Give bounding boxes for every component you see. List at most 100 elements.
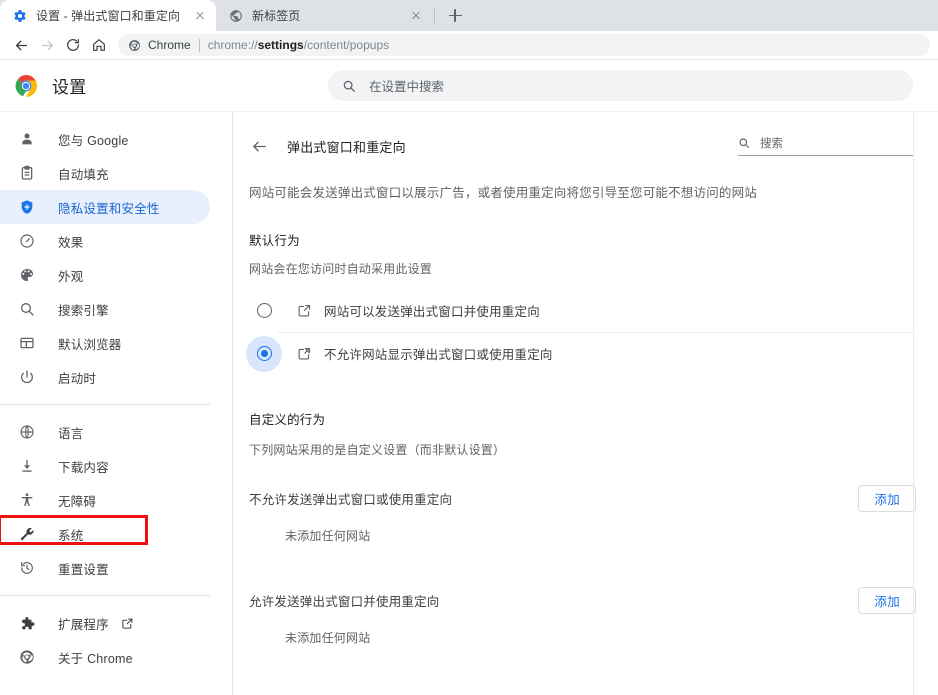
chrome-shield-icon: [128, 38, 142, 52]
gear-icon: [12, 8, 28, 24]
sidebar-item-label: 系统: [58, 528, 84, 543]
default-behavior-sub: 网站会在您访问时自动采用此设置: [249, 261, 433, 276]
sidebar-item-label: 默认浏览器: [58, 337, 122, 352]
sidebar-item-appearance[interactable]: 外观: [0, 258, 210, 292]
allow-list-empty: 未添加任何网站: [285, 630, 371, 645]
sidebar-divider: [0, 595, 210, 596]
sidebar-item-default-browser[interactable]: 默认浏览器: [0, 326, 210, 360]
custom-behavior-sub: 下列网站采用的是自定义设置（而非默认设置）: [249, 442, 506, 457]
puzzle-icon: [17, 613, 37, 633]
content-search-placeholder: 搜索: [760, 138, 783, 150]
sidebar-item-languages[interactable]: 语言: [0, 415, 210, 449]
tab-strip: 设置 - 弹出式窗口和重定向 新标签页: [0, 0, 938, 31]
tab-separator: [434, 7, 435, 24]
content-description: 网站可能会发送弹出式窗口以展示广告，或者使用重定向将您引导至您可能不想访问的网站: [249, 186, 758, 200]
search-icon: [17, 299, 37, 319]
sidebar-item-label: 关于 Chrome: [58, 651, 133, 666]
content-search-input[interactable]: 搜索: [738, 135, 913, 156]
sidebar-item-privacy-and-security[interactable]: 隐私设置和安全性: [0, 190, 210, 224]
home-button-icon[interactable]: [86, 32, 112, 58]
browser-toolbar: Chrome chrome://settings/content/popups: [0, 31, 938, 60]
chrome-icon: [17, 647, 37, 667]
settings-search-input[interactable]: 在设置中搜索: [328, 70, 913, 101]
content-panel: 弹出式窗口和重定向 搜索 网站可能会发送弹出式窗口以展示广告，或者使用重定向将您…: [232, 112, 938, 695]
open-in-new-icon: [296, 303, 312, 319]
default-behavior-label: 默认行为: [249, 233, 300, 248]
sidebar: 您与 Google 自动填充 隐私设置和安全性 效果 外观 搜索引擎 默认浏览器…: [0, 112, 232, 695]
content-title: 弹出式窗口和重定向: [287, 139, 406, 155]
download-icon: [17, 456, 37, 476]
tab-settings[interactable]: 设置 - 弹出式窗口和重定向: [0, 0, 216, 31]
allow-list-header: 允许发送弹出式窗口并使用重定向 添加: [233, 581, 938, 621]
radio-option-label: 不允许网站显示弹出式窗口或使用重定向: [324, 348, 553, 363]
reload-button-icon[interactable]: [60, 32, 86, 58]
content-header: 弹出式窗口和重定向 搜索: [233, 124, 938, 158]
palette-icon: [17, 265, 37, 285]
sidebar-item-you-and-google[interactable]: 您与 Google: [0, 122, 210, 156]
new-tab-button[interactable]: [441, 2, 469, 30]
main-area: 您与 Google 自动填充 隐私设置和安全性 效果 外观 搜索引擎 默认浏览器…: [0, 111, 938, 695]
omnibox-scheme-label: Chrome: [148, 38, 191, 52]
sidebar-item-extensions[interactable]: 扩展程序: [0, 606, 210, 640]
sidebar-item-about-chrome[interactable]: 关于 Chrome: [0, 640, 210, 674]
radio-button-selected[interactable]: [246, 335, 282, 372]
settings-search-placeholder: 在设置中搜索: [369, 80, 445, 94]
history-restore-icon: [17, 558, 37, 578]
back-arrow-icon[interactable]: [249, 136, 269, 156]
shield-icon: [17, 197, 37, 217]
block-list-empty: 未添加任何网站: [285, 528, 371, 543]
radio-button[interactable]: [246, 293, 282, 329]
sidebar-item-label: 搜索引擎: [58, 303, 109, 318]
sidebar-item-label: 您与 Google: [58, 133, 129, 148]
radio-option-allow[interactable]: 网站可以发送弹出式窗口并使用重定向: [233, 290, 938, 332]
globe-icon: [17, 422, 37, 442]
sidebar-item-label: 语言: [58, 426, 84, 441]
url-suffix: /content/popups: [303, 38, 390, 52]
sidebar-item-label: 启动时: [58, 371, 97, 386]
sidebar-item-label: 效果: [58, 235, 84, 250]
back-button-icon[interactable]: [8, 32, 34, 58]
omnibox-url: chrome://settings/content/popups: [208, 38, 389, 52]
sidebar-item-downloads[interactable]: 下载内容: [0, 449, 210, 483]
sidebar-item-accessibility[interactable]: 无障碍: [0, 483, 210, 517]
browser-window-icon: [17, 333, 37, 353]
sidebar-item-reset-settings[interactable]: 重置设置: [0, 551, 210, 585]
sidebar-item-search-engine[interactable]: 搜索引擎: [0, 292, 210, 326]
wrench-icon: [17, 524, 37, 544]
sidebar-item-autofill[interactable]: 自动填充: [0, 156, 210, 190]
open-in-new-icon[interactable]: [121, 616, 135, 630]
tab-new-tab[interactable]: 新标签页: [216, 0, 432, 31]
url-bold-part: settings: [257, 38, 304, 52]
block-list-header: 不允许发送弹出式窗口或使用重定向 添加: [233, 479, 938, 519]
sidebar-item-label: 自动填充: [58, 167, 109, 182]
person-icon: [17, 129, 37, 149]
sidebar-item-label: 无障碍: [58, 494, 97, 509]
add-button-allow[interactable]: 添加: [858, 587, 916, 615]
speedometer-icon: [17, 231, 37, 251]
sidebar-divider: [0, 404, 210, 405]
search-icon: [342, 78, 357, 93]
radio-option-block[interactable]: 不允许网站显示弹出式窗口或使用重定向: [233, 333, 938, 375]
sidebar-item-system[interactable]: 系统: [0, 517, 210, 551]
sidebar-item-on-startup[interactable]: 启动时: [0, 360, 210, 394]
chrome-logo: [14, 74, 38, 98]
sidebar-item-label: 外观: [58, 269, 84, 284]
allow-list-label: 允许发送弹出式窗口并使用重定向: [249, 595, 440, 610]
sidebar-item-label: 隐私设置和安全性: [58, 201, 160, 216]
address-bar[interactable]: Chrome chrome://settings/content/popups: [118, 34, 930, 56]
globe-icon: [228, 8, 244, 24]
tab-title: 设置 - 弹出式窗口和重定向: [36, 9, 181, 23]
close-icon[interactable]: [192, 8, 208, 24]
power-icon: [17, 367, 37, 387]
sidebar-item-performance[interactable]: 效果: [0, 224, 210, 258]
clipboard-icon: [17, 163, 37, 183]
open-in-new-blocked-icon: [296, 346, 312, 362]
forward-button-icon[interactable]: [34, 32, 60, 58]
page-title: 设置: [52, 78, 87, 97]
add-button-block[interactable]: 添加: [858, 485, 916, 513]
close-icon[interactable]: [408, 8, 424, 24]
settings-header: 设置 在设置中搜索: [0, 60, 938, 111]
url-prefix: chrome://: [207, 38, 258, 52]
block-list-label: 不允许发送弹出式窗口或使用重定向: [249, 493, 453, 508]
custom-behavior-label: 自定义的行为: [249, 412, 326, 427]
